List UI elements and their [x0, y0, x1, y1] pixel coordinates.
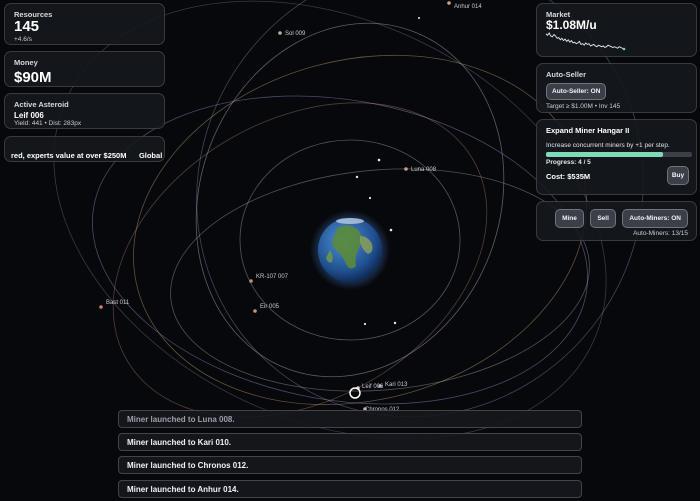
mine-button[interactable]: Mine — [555, 209, 584, 228]
money-value: $90M — [14, 69, 52, 86]
auto-miners-toggle-button[interactable]: Auto-Miners: ON — [622, 209, 688, 228]
upgrade-buy-button[interactable]: Buy — [667, 166, 689, 185]
body-label: Kari 013 — [385, 382, 408, 388]
upgrade-title: Expand Miner Hangar II — [546, 126, 630, 135]
body-label: Sol 009 — [285, 31, 306, 37]
body-label: KR-107 007 — [256, 274, 289, 280]
log-entry: Miner launched to Chronos 012. — [118, 456, 582, 474]
auto-seller-label: Auto-Seller — [546, 70, 587, 79]
body-kr-107-007[interactable]: KR-107 007 — [249, 274, 289, 283]
resources-value: 145 — [14, 18, 40, 35]
log-entry: Miner launched to Anhur 014. — [118, 480, 582, 498]
upgrade-progress-fill — [546, 152, 663, 157]
home-planet[interactable] — [310, 210, 390, 290]
body-label: Bast 011 — [106, 300, 130, 306]
body-marker[interactable] — [404, 167, 408, 171]
body-anhur-014[interactable]: Anhur 014 — [447, 1, 482, 10]
resources-panel: Resources 145 +4.6/s — [4, 3, 165, 45]
body-marker[interactable] — [249, 279, 253, 283]
active-asteroid-label: Active Asteroid — [14, 100, 69, 109]
body-marker[interactable] — [278, 31, 282, 35]
body-marker[interactable] — [99, 305, 103, 309]
upgrade-cost: Cost: $535M — [546, 172, 591, 181]
auto-seller-panel: Auto-Seller Auto-Seller: ON Target ≥ $1.… — [536, 63, 697, 113]
body-label: Eir 005 — [260, 304, 280, 310]
market-panel: Market $1.08M/u — [536, 3, 697, 57]
upgrade-panel: Expand Miner Hangar II Increase concurre… — [536, 119, 697, 195]
log-entry: Miner launched to Kari 010. — [118, 433, 582, 451]
body-label: Luna 008 — [411, 167, 437, 173]
upgrade-progress-track — [546, 152, 692, 157]
news-text: red, experts value at over $250M — [11, 151, 127, 160]
body-marker[interactable] — [253, 309, 257, 313]
market-sparkline — [545, 32, 626, 51]
body-luna-008[interactable]: Luna 008 — [404, 167, 437, 173]
money-label: Money — [14, 58, 38, 67]
log-entry: Miner launched to Luna 008. — [118, 410, 582, 428]
body-marker[interactable] — [378, 384, 382, 388]
resources-rate: +4.6/s — [14, 35, 32, 43]
upgrade-description: Increase concurrent miners by +1 per ste… — [546, 142, 670, 149]
news-ticker: red, experts value at over $250M Global — [4, 136, 165, 162]
news-tag: Global — [138, 151, 163, 160]
auto-seller-target: Target ≥ $1.00M • Inv 145 — [546, 103, 621, 110]
active-asteroid-stats: Yield: 441 • Dist: 283px — [14, 120, 82, 127]
body-bast-011[interactable]: Bast 011 — [99, 300, 130, 309]
money-panel: Money $90M — [4, 51, 165, 87]
active-asteroid-name: Leif 006 — [14, 111, 44, 120]
auto-seller-toggle-button[interactable]: Auto-Seller: ON — [546, 83, 607, 100]
upgrade-progress-label: Progress: 4 / 5 — [546, 159, 591, 166]
sell-button[interactable]: Sell — [590, 209, 616, 228]
actions-panel: Mine Sell Auto-Miners: ON Auto-Miners: 1… — [536, 201, 697, 241]
auto-miners-count: Auto-Miners: 13/15 — [633, 230, 688, 237]
market-price: $1.08M/u — [546, 18, 597, 32]
active-asteroid-panel: Active Asteroid Leif 006 Yield: 441 • Di… — [4, 93, 165, 129]
body-eir-005[interactable]: Eir 005 — [253, 304, 280, 313]
body-marker[interactable] — [447, 1, 451, 5]
body-sol-009[interactable]: Sol 009 — [278, 31, 306, 37]
body-label: Anhur 014 — [454, 4, 482, 10]
